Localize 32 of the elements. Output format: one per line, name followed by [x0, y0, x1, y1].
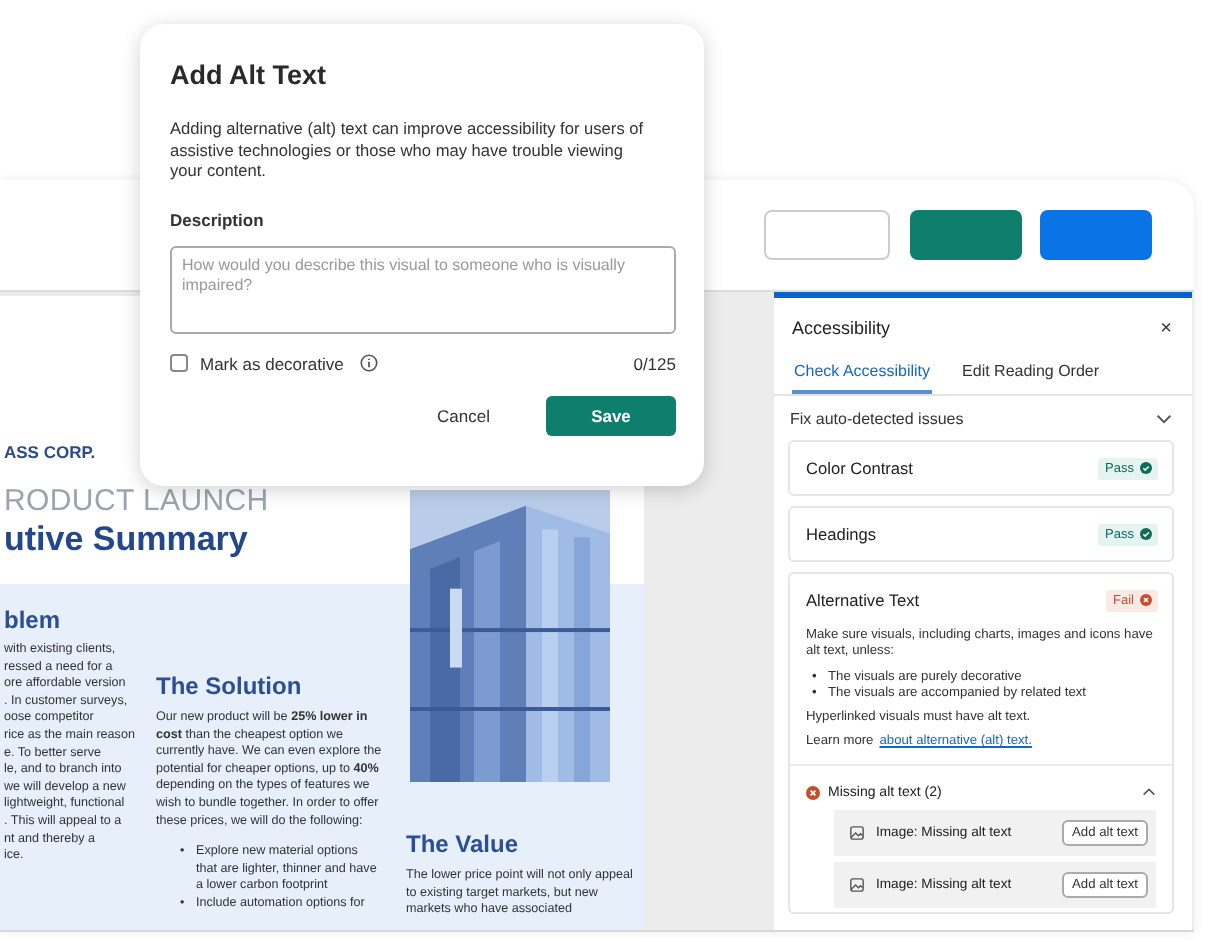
section-heading: The Solution: [156, 672, 304, 702]
field-label: Description: [170, 209, 266, 230]
tab[interactable]: Edit Reading Order: [960, 352, 1102, 394]
checkbox-label: Mark as decorative: [200, 353, 344, 374]
check-title: Color Contrast: [806, 458, 913, 478]
save-button[interactable]: Save: [546, 395, 676, 436]
tab[interactable]: Check Accessibility: [792, 352, 933, 394]
dialog-text: Adding alternative (alt) text can improve accessibility for users of assistive technologies or those who may have trouble viewing your content.: [170, 118, 646, 182]
description-field[interactable]: How would you describe this visual to someone who is visually impaired?: [170, 245, 676, 334]
document-kicker: RODUCT LAUNCH: [4, 484, 271, 518]
checkbox[interactable]: [170, 354, 188, 373]
dialog-title: Add Alt Text: [170, 60, 328, 90]
section-label: Fix auto-detected issues: [790, 410, 964, 428]
company-name: ASS CORP.: [4, 442, 98, 462]
error-icon: [1140, 594, 1152, 606]
section-heading: blem: [4, 606, 63, 636]
image-icon: [850, 878, 864, 893]
character-counter: 0/125: [633, 353, 676, 374]
chevron-icon[interactable]: [1142, 788, 1156, 797]
document-title: utive Summary: [4, 520, 250, 560]
check-icon: [1140, 462, 1152, 474]
info-icon[interactable]: [359, 354, 378, 373]
panel-title: Accessibility: [792, 318, 891, 338]
image-icon: [850, 826, 864, 841]
error-icon: [806, 785, 820, 800]
section-heading: The Value: [406, 830, 521, 860]
chevron-icon[interactable]: [1156, 414, 1172, 424]
check-icon: [1140, 528, 1152, 540]
check-title: Headings: [806, 524, 877, 544]
close-button[interactable]: ×: [1160, 317, 1172, 339]
check-title: Alternative Text: [806, 590, 920, 610]
cancel-button[interactable]: Cancel: [425, 403, 502, 428]
